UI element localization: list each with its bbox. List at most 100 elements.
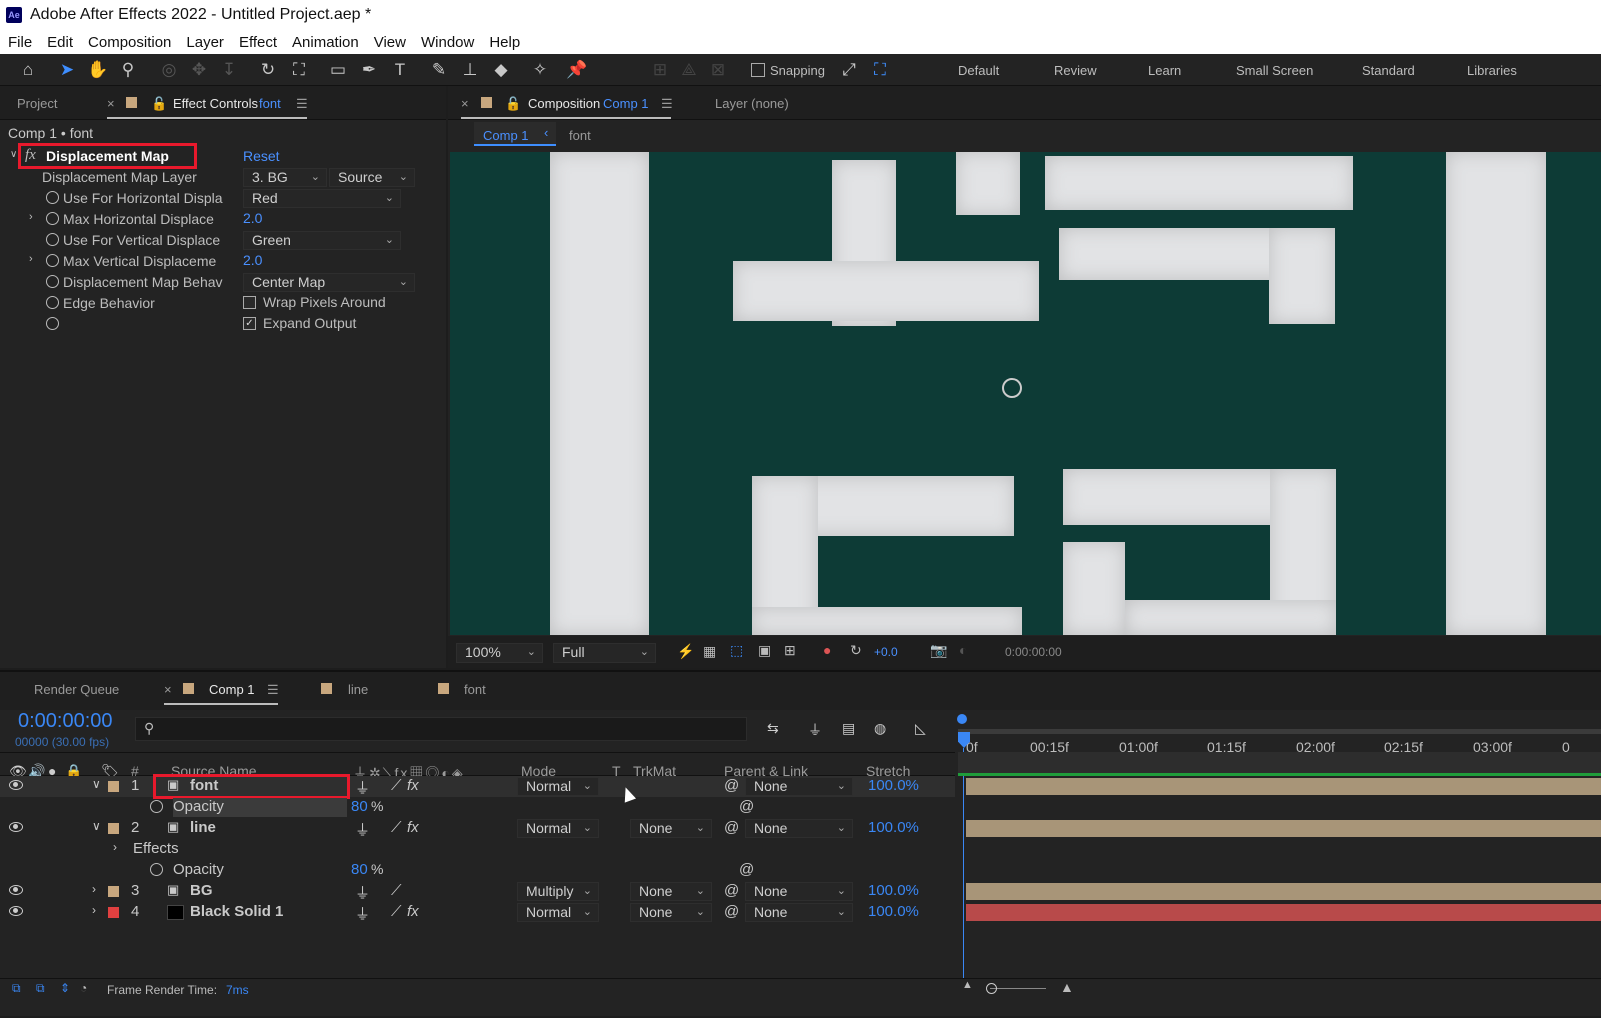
channel-icon[interactable]: ● [823,642,831,658]
effects-group-row[interactable]: › Effects [0,839,955,860]
parent-dropdown[interactable]: None ⌄ [745,777,853,796]
close-icon[interactable]: × [107,96,115,111]
blend-mode-dropdown[interactable]: Normal ⌄ [517,819,599,838]
quality-switch-icon[interactable]: ⟋ [391,882,402,899]
tab-comp1[interactable]: Comp 1 [209,682,255,697]
shy-switch-icon[interactable]: ⏚ [355,777,370,798]
fx-switch-icon[interactable]: fx [407,777,419,794]
menu-animation[interactable]: Animation [284,34,366,51]
workspace-libraries[interactable]: Libraries [1467,63,1517,78]
pan-icon[interactable]: ✥ [187,58,211,82]
chevron-right-icon[interactable]: › [92,903,96,917]
layer-row-bg[interactable]: › 3 ▣ BG ⏚ ⟋ Multiply ⌄ None ⌄ @ None ⌄ 100… [0,881,955,902]
parent-dropdown[interactable]: None ⌄ [745,819,853,838]
draft-3d-icon[interactable]: ⏚ [808,720,822,740]
panel-menu-icon[interactable]: ☰ [267,682,279,698]
layer-name[interactable]: BG [190,882,213,899]
stopwatch-icon[interactable] [150,800,163,813]
tab-effect-controls[interactable]: Effect Controls [173,96,258,111]
eye-icon[interactable] [9,822,23,832]
blend-mode-dropdown[interactable]: Normal ⌄ [517,903,599,922]
layer-row-font[interactable]: ∨ 1 ▣ font ⏚ ⟋ fx Normal ⌄ @ None ⌄ 100.0% [0,776,955,797]
anchor-point-icon[interactable] [1002,378,1022,398]
tab-composition[interactable]: Composition [528,96,600,111]
map-layer-dropdown[interactable]: 3. BG ⌄ [243,168,327,187]
tab-font[interactable]: font [464,682,486,697]
stopwatch-icon[interactable] [46,317,59,330]
fx-switch-icon[interactable]: fx [407,903,419,920]
chevron-down-icon[interactable]: ∨ [10,149,17,160]
blend-mode-dropdown[interactable]: Normal ⌄ [517,777,599,796]
pickwhip-icon[interactable]: @ [724,903,739,920]
map-source-dropdown[interactable]: Source ⌄ [329,168,415,187]
zoom-in-icon[interactable]: ▲ [1060,979,1074,995]
rotate-icon[interactable]: ↻ [256,58,280,82]
stretch-value[interactable]: 100.0% [868,819,919,836]
menu-effect[interactable]: Effect [231,34,284,51]
chevron-down-icon[interactable]: ∨ [92,819,101,833]
current-time[interactable]: 0:00:00:00 [1005,645,1062,659]
parent-dropdown[interactable]: None ⌄ [745,882,853,901]
stretch-value[interactable]: 100.0% [868,777,919,794]
layer-bar-line[interactable] [966,820,1601,837]
label-color-chip[interactable] [108,823,119,834]
pen-icon[interactable]: ✒ [357,58,381,82]
lock-icon[interactable]: 🔓 [151,96,167,112]
motion-blur-icon[interactable]: ◍ [874,720,886,737]
composition-viewer[interactable] [450,152,1601,635]
zoom-icon[interactable]: ⚲ [116,58,140,82]
stretch-value[interactable]: 100.0% [868,882,919,899]
opacity-value[interactable]: 80 [351,861,368,878]
workspace-review[interactable]: Review [1054,63,1097,78]
transfer-controls-icon[interactable]: ⧉ [36,981,45,996]
pickwhip-icon[interactable]: @ [739,798,754,815]
hand-icon[interactable]: ✋ [86,58,110,82]
fx-switch-icon[interactable]: fx [407,819,419,836]
layer-name[interactable]: line [190,819,216,836]
trkmat-dropdown[interactable]: None ⌄ [630,819,712,838]
layer-switches-icon[interactable]: ⧉ [12,981,21,996]
guides-icon[interactable]: ⊞ [784,642,796,659]
menu-file[interactable]: File [0,34,39,51]
label-color-chip[interactable] [108,907,119,918]
pickwhip-icon[interactable]: @ [739,861,754,878]
tab-line[interactable]: line [348,682,368,697]
roto-brush-icon[interactable]: ✧ [528,58,552,82]
rectangle-icon[interactable]: ▭ [326,58,350,82]
snap-features-icon[interactable]: ⛶ [868,58,892,82]
region-of-interest-icon[interactable]: ▣ [758,642,771,659]
eye-icon[interactable] [9,780,23,790]
quality-switch-icon[interactable]: ⟋ [391,777,402,794]
text-icon[interactable]: T [388,58,412,82]
pickwhip-icon[interactable]: @ [724,777,739,794]
max-horizontal-value[interactable]: 2.0 [243,210,262,226]
brush-icon[interactable]: ✎ [427,58,451,82]
menu-view[interactable]: View [366,34,413,51]
label-color-chip[interactable] [108,886,119,897]
search-input[interactable]: ⚲ [135,717,747,741]
chevron-down-icon[interactable]: ∨ [92,777,101,791]
pickwhip-icon[interactable]: @ [724,819,739,836]
chevron-right-icon[interactable]: › [113,840,117,854]
trkmat-dropdown[interactable]: None ⌄ [630,882,712,901]
stopwatch-icon[interactable] [46,233,59,246]
snapping-checkbox[interactable] [751,63,765,77]
tab-render-queue[interactable]: Render Queue [34,682,119,697]
orbit-icon[interactable]: ◎ [157,58,181,82]
stopwatch-icon[interactable] [46,275,59,288]
in-out-icon[interactable]: ⇕ [60,981,70,995]
close-icon[interactable]: × [461,96,469,111]
fast-previews-icon[interactable]: ⚡ [677,643,694,660]
frame-blending-icon[interactable]: ▤ [842,720,855,737]
exposure-value[interactable]: +0.0 [874,645,898,659]
dolly-icon[interactable]: ↧ [217,58,241,82]
layer-row-line[interactable]: ∨ 2 ▣ line ⏚ ⟋ fx Normal ⌄ None ⌄ @ None ⌄ … [0,818,955,839]
stopwatch-icon[interactable] [46,212,59,225]
layer-name[interactable]: Black Solid 1 [190,903,283,920]
parent-dropdown[interactable]: None ⌄ [745,903,853,922]
panel-menu-icon[interactable]: ☰ [661,96,673,112]
local-axis-icon[interactable]: ⊞ [648,58,672,82]
zoom-slider-handle[interactable] [986,983,997,994]
chevron-right-icon[interactable]: › [92,882,96,896]
work-area-bar[interactable] [958,752,1601,776]
